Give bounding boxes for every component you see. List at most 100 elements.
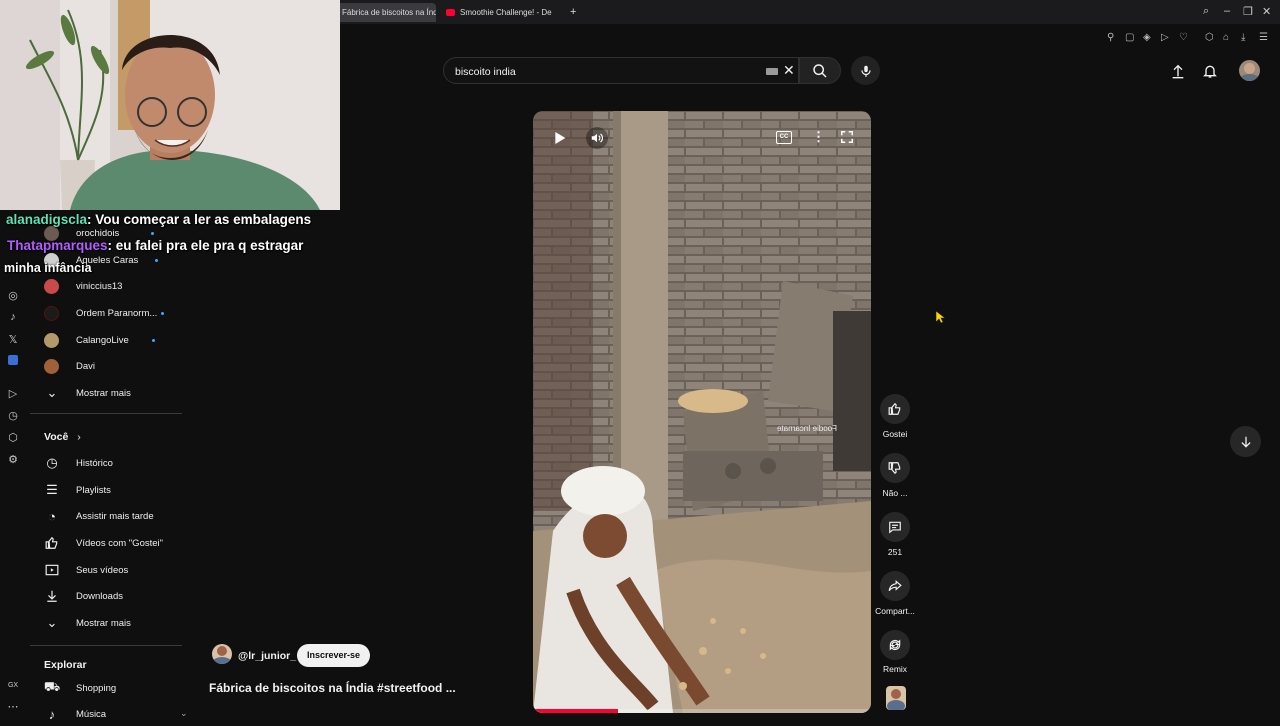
search-input[interactable]	[453, 63, 757, 81]
channel-avatar[interactable]	[212, 644, 232, 664]
search-button[interactable]	[799, 57, 841, 84]
fullscreen-button[interactable]	[840, 130, 854, 149]
share-button[interactable]	[880, 571, 910, 601]
progress-track[interactable]	[533, 709, 871, 713]
avatar	[44, 305, 59, 321]
sidebar-item-playlists[interactable]: ☰ Playlists	[44, 478, 111, 502]
notifications-button[interactable]	[1199, 60, 1221, 82]
remix-icon	[889, 639, 901, 651]
shopping-icon: ⛟	[43, 679, 61, 694]
short-title[interactable]: Fábrica de biscoitos na Índia #streetfoo…	[209, 681, 456, 695]
tab-smoothie[interactable]: Smoothie Challenge! - De	[440, 3, 566, 22]
sidebar-item-ordem-paranormal[interactable]: Ordem Paranorm...	[44, 301, 165, 325]
sidebar-item-your-videos[interactable]: Seus vídeos	[44, 558, 128, 582]
sidebar-item-label: Davi	[76, 360, 96, 372]
scroll-down-icon[interactable]: ⌄	[180, 708, 188, 719]
search-icon	[813, 63, 827, 78]
tiktok-icon[interactable]: ♪	[6, 311, 20, 323]
clock-icon: ◔	[48, 508, 56, 524]
sidebar-item-label: Mostrar mais	[76, 387, 131, 399]
menu-icon[interactable]: ☰	[1259, 32, 1268, 43]
heart-icon[interactable]: ♡	[1179, 32, 1188, 43]
close-window-icon[interactable]: ✕	[1262, 5, 1271, 18]
clear-search-icon[interactable]: ✕	[783, 62, 795, 79]
share-label: Compart...	[875, 606, 915, 616]
package-icon[interactable]: ⬡	[6, 431, 20, 444]
history-rail-icon[interactable]: ◷	[6, 409, 20, 422]
sidebar-item-label: Música	[76, 708, 107, 720]
player-rail-icon[interactable]: ▷	[6, 387, 20, 400]
section-title: Você	[44, 431, 69, 443]
history-icon: ◷	[46, 455, 58, 470]
chat-text: minha infância	[4, 261, 92, 275]
sidebar-item-downloads[interactable]: Downloads	[44, 584, 123, 608]
channel-name[interactable]: @lr_junior_	[238, 650, 296, 662]
x-twitter-icon[interactable]: 𝕏	[6, 333, 20, 346]
account-avatar[interactable]	[1239, 60, 1260, 81]
pin-icon[interactable]: ⚲	[1107, 32, 1114, 43]
play-button[interactable]	[552, 130, 568, 146]
sidebar-explore-heading: Explorar	[44, 659, 87, 671]
sidebar-item-label: viniccius13	[76, 280, 123, 292]
sidebar-item-davi[interactable]: Davi	[44, 354, 95, 378]
browser-search-icon[interactable]: ⌕	[1203, 5, 1209, 18]
subscribe-button[interactable]: Inscrever-se	[297, 644, 371, 667]
progress-fill	[533, 709, 618, 713]
more-rail-icon[interactable]: ⋯	[6, 700, 20, 713]
sound-thumbnail[interactable]	[886, 686, 906, 710]
profile-lock-icon[interactable]: ⌂	[1223, 32, 1229, 43]
like-button[interactable]	[880, 394, 910, 424]
section-title: Explorar	[44, 659, 87, 671]
volume-button[interactable]	[586, 127, 608, 149]
sidebar-item-viniccius13[interactable]: viniccius13	[44, 274, 122, 298]
sidebar-item-calangolive[interactable]: CalangoLive	[44, 328, 155, 352]
comments-button[interactable]	[880, 512, 910, 542]
keyboard-icon[interactable]	[766, 68, 778, 75]
sidebar-divider	[30, 413, 182, 414]
gx-icon[interactable]: GX	[6, 682, 20, 689]
download-icon	[44, 588, 60, 604]
thumb-up-icon	[888, 402, 901, 415]
minimize-icon[interactable]: –	[1224, 5, 1230, 17]
tab-title: Smoothie Challenge! - De	[460, 8, 552, 17]
sidebar-item-watch-later[interactable]: ◔ Assistir mais tarde	[44, 504, 154, 528]
sidebar-item-history[interactable]: ◷ Histórico	[44, 451, 113, 475]
upload-button[interactable]	[1167, 60, 1189, 82]
dislike-button[interactable]	[880, 453, 910, 483]
captions-icon[interactable]: CC	[776, 131, 792, 144]
app-icon[interactable]	[8, 355, 18, 365]
settings-icon[interactable]: ⚙	[6, 453, 20, 466]
player-icon[interactable]: ▷	[1161, 32, 1169, 43]
sidebar-item-label: Vídeos com "Gostei"	[76, 537, 164, 549]
avatar	[44, 358, 59, 374]
chat-text: : Vou começar a ler as embalagens	[87, 212, 312, 227]
search-box[interactable]: ✕	[443, 57, 799, 84]
voice-search-button[interactable]	[851, 56, 880, 85]
chat-text: : eu falei pra ele pra q estragar	[107, 238, 304, 253]
sidebar-item-liked-videos[interactable]: Vídeos com "Gostei"	[44, 531, 163, 555]
sidebar-item-label: CalangoLive	[76, 334, 129, 346]
download-icon[interactable]: ⤓	[1241, 32, 1245, 43]
new-content-dot	[151, 338, 155, 342]
sidebar-item-music[interactable]: ♪ Música	[44, 702, 106, 726]
extensions-icon[interactable]: ⬡	[1205, 32, 1214, 43]
instagram-icon[interactable]: ◎	[6, 289, 20, 302]
next-short-button[interactable]	[1230, 426, 1261, 457]
snapshot-icon[interactable]: ▢	[1125, 32, 1134, 43]
sidebar-show-more-subscriptions[interactable]: ⌄ Mostrar mais	[44, 381, 131, 405]
sidebar-you-heading[interactable]: Você ›	[44, 431, 81, 443]
new-tab-button[interactable]: +	[566, 3, 582, 22]
short-video-player[interactable]: Foodie Incarnate CC ⋮	[533, 111, 871, 713]
tab-biscoitos[interactable]: Fábrica de biscoitos na Índ	[336, 3, 436, 22]
sidebar-item-label: Downloads	[76, 590, 123, 602]
comment-icon	[889, 521, 901, 534]
maximize-icon[interactable]: ❐	[1243, 5, 1253, 18]
sidebar-item-label: Playlists	[76, 484, 111, 496]
more-options-icon[interactable]: ⋮	[812, 129, 825, 145]
sidebar-show-more-you[interactable]: ⌄ Mostrar mais	[44, 611, 131, 635]
sidebar-item-label: orochidois	[76, 227, 120, 239]
new-content-dot	[151, 231, 155, 235]
vpn-shield-icon[interactable]: ◈	[1143, 32, 1151, 43]
remix-button[interactable]	[880, 630, 910, 660]
sidebar-item-shopping[interactable]: ⛟ Shopping	[44, 676, 116, 700]
